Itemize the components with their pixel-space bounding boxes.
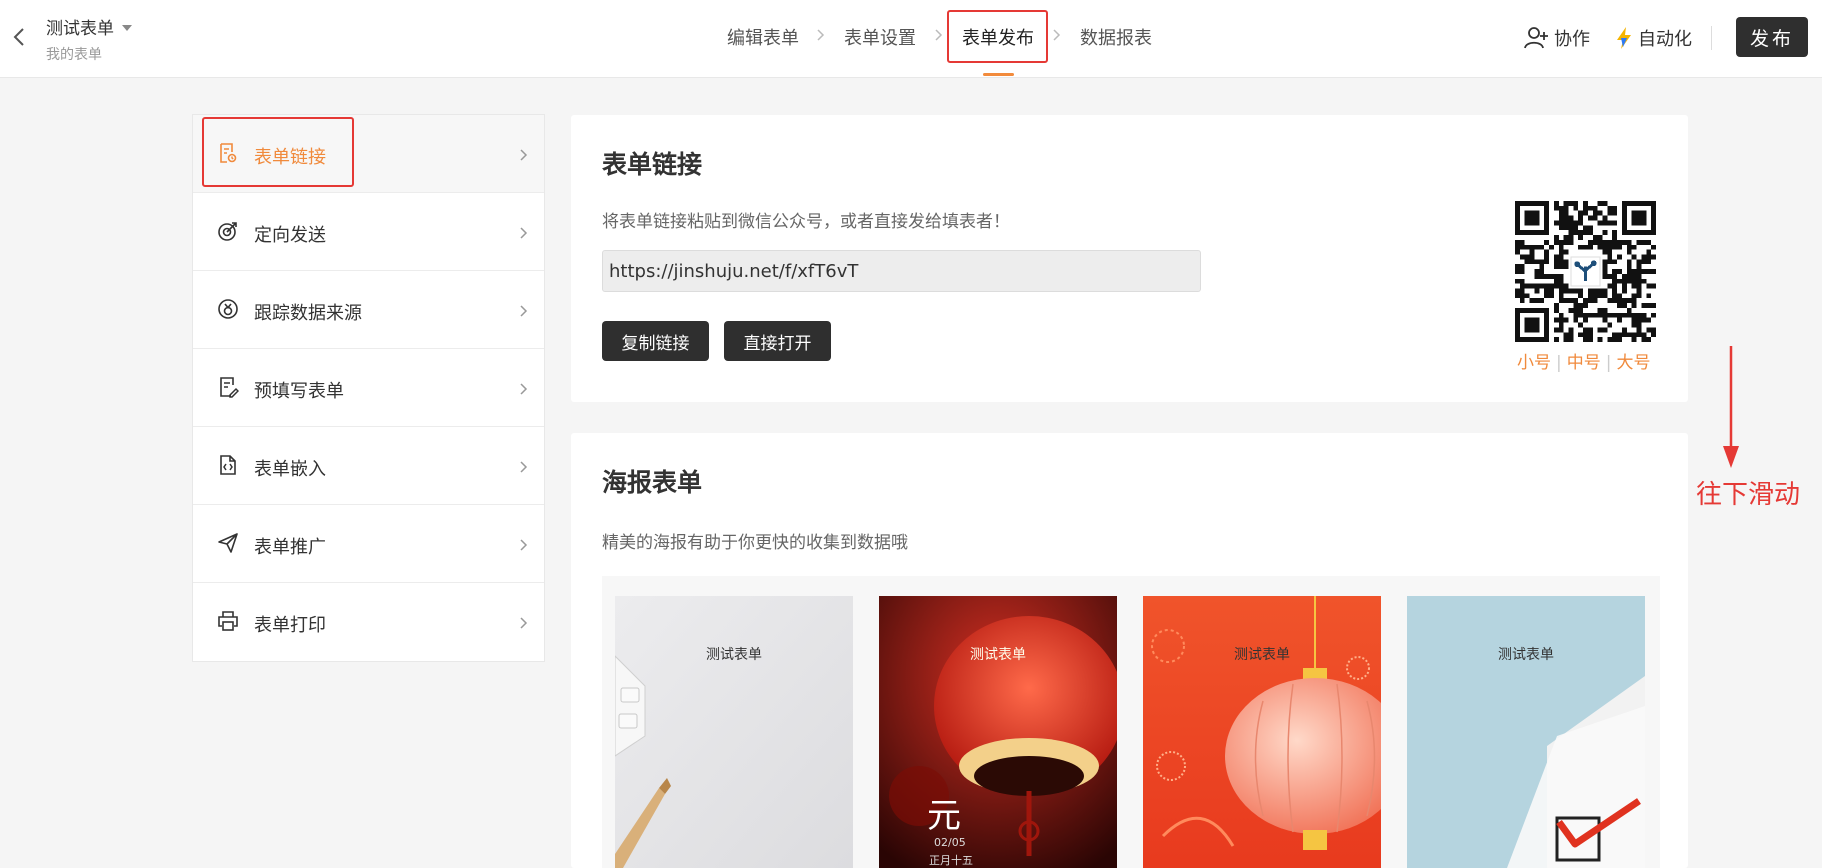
poster-form-description: 精美的海报有助于你更快的收集到数据哦 <box>602 533 908 553</box>
sidebar-item-label: 表单推广 <box>254 537 326 558</box>
poster-caption-main: 元 <box>927 796 961 836</box>
active-step-underline <box>983 73 1014 76</box>
target-send-icon <box>218 222 237 241</box>
sidebar-item-label: 表单打印 <box>254 615 326 636</box>
qr-size-divider: | <box>1605 353 1612 373</box>
poster-office-image <box>615 596 853 868</box>
top-bar: 测试表单 我的表单 编辑表单 表单设置 表单发布 数据报表 协作 自动化 发布 <box>0 0 1822 78</box>
sidebar-item-track-source[interactable]: 跟踪数据来源 <box>193 271 544 349</box>
chevron-right-icon <box>520 461 528 473</box>
form-title-dropdown[interactable]: 测试表单 <box>46 14 132 39</box>
form-link-card: 表单链接 将表单链接粘贴到微信公众号，或者直接发给填表者！ 复制链接 直接打开 … <box>571 115 1688 402</box>
poster-title: 测试表单 <box>1234 647 1290 663</box>
sidebar-item-label: 表单嵌入 <box>254 459 326 480</box>
caret-down-icon <box>122 25 132 31</box>
poster-form-card: 海报表单 精美的海报有助于你更快的收集到数据哦 测试表单 测试表单 元 02/0… <box>571 433 1688 868</box>
printer-icon <box>218 611 238 631</box>
automation-label: 自动化 <box>1638 29 1692 50</box>
sidebar-item-label: 定向发送 <box>254 225 326 246</box>
poster-template-red-lantern[interactable]: 测试表单 元 02/05 正月十五 <box>879 596 1117 868</box>
scroll-down-annotation: 往下滑动 <box>1696 480 1801 510</box>
add-user-icon <box>1524 27 1548 49</box>
prefill-form-icon <box>220 377 239 398</box>
qr-code[interactable] <box>1515 201 1656 342</box>
sidebar-item-form-print[interactable]: 表单打印 <box>193 583 544 661</box>
poster-checkbox-image <box>1407 596 1645 868</box>
poster-caption-date: 02/05 <box>934 836 966 849</box>
form-title: 测试表单 <box>46 19 114 39</box>
chevron-right-icon <box>520 227 528 239</box>
poster-template-orange-lantern[interactable]: 测试表单 <box>1143 596 1381 868</box>
automation-button[interactable]: 自动化 <box>1614 22 1692 54</box>
automation-bolt-icon <box>1617 27 1631 49</box>
sidebar-item-prefill-form[interactable]: 预填写表单 <box>193 349 544 427</box>
step-edit-form[interactable]: 编辑表单 <box>727 24 799 50</box>
step-form-settings[interactable]: 表单设置 <box>844 24 916 50</box>
poster-caption-sub: 正月十五 <box>929 854 973 867</box>
collaborate-button[interactable]: 协作 <box>1524 22 1590 54</box>
form-subtitle: 我的表单 <box>46 47 102 63</box>
chevron-right-icon <box>817 29 825 41</box>
sidebar-item-form-embed[interactable]: 表单嵌入 <box>193 427 544 505</box>
brand-logo-icon <box>1570 256 1601 287</box>
poster-orange-lantern-image <box>1143 596 1381 868</box>
publish-button[interactable]: 发布 <box>1736 17 1808 57</box>
qr-size-small[interactable]: 小号 <box>1517 353 1551 373</box>
form-link-title: 表单链接 <box>602 150 703 179</box>
qr-size-large[interactable]: 大号 <box>1616 353 1650 373</box>
copy-link-button[interactable]: 复制链接 <box>602 321 709 361</box>
poster-red-lantern-image <box>879 596 1117 868</box>
poster-form-title: 海报表单 <box>602 468 703 497</box>
form-link-description: 将表单链接粘贴到微信公众号，或者直接发给填表者！ <box>602 212 1010 232</box>
sidebar-item-form-promote[interactable]: 表单推广 <box>193 505 544 583</box>
selected-item-highlight-box <box>202 117 354 187</box>
header-divider <box>1711 26 1712 50</box>
poster-template-checkbox[interactable]: 测试表单 <box>1407 596 1645 868</box>
active-step-highlight-box <box>947 10 1048 63</box>
form-url-field[interactable] <box>602 250 1201 292</box>
step-data-report[interactable]: 数据报表 <box>1080 24 1152 50</box>
scroll-down-arrow-icon <box>1723 346 1739 468</box>
embed-code-icon <box>220 455 236 475</box>
back-arrow-icon[interactable] <box>6 22 32 52</box>
sidebar-item-targeted-send[interactable]: 定向发送 <box>193 193 544 271</box>
poster-title: 测试表单 <box>706 647 762 663</box>
qr-size-medium[interactable]: 中号 <box>1567 353 1601 373</box>
sidebar-item-label: 跟踪数据来源 <box>254 303 362 324</box>
paper-plane-icon <box>218 533 238 553</box>
poster-template-office[interactable]: 测试表单 <box>615 596 853 868</box>
open-link-button[interactable]: 直接打开 <box>724 321 831 361</box>
poster-title: 测试表单 <box>970 647 1026 663</box>
chevron-right-icon <box>1053 29 1061 41</box>
chevron-right-icon <box>520 383 528 395</box>
qr-size-options: 小号 | 中号 | 大号 <box>1517 348 1650 373</box>
poster-title: 测试表单 <box>1498 647 1554 663</box>
chevron-right-icon <box>520 617 528 629</box>
chevron-right-icon <box>520 149 528 161</box>
chevron-right-icon <box>935 29 943 41</box>
track-source-icon <box>218 299 238 319</box>
qr-size-divider: | <box>1556 353 1562 373</box>
chevron-right-icon <box>520 539 528 551</box>
sidebar-item-label: 预填写表单 <box>254 381 344 402</box>
chevron-right-icon <box>520 305 528 317</box>
publish-sidebar: 表单链接 定向发送 跟踪数据来源 预填写表单 表单嵌入 表单推广 表单打印 <box>192 114 545 662</box>
collaborate-label: 协作 <box>1554 29 1590 50</box>
